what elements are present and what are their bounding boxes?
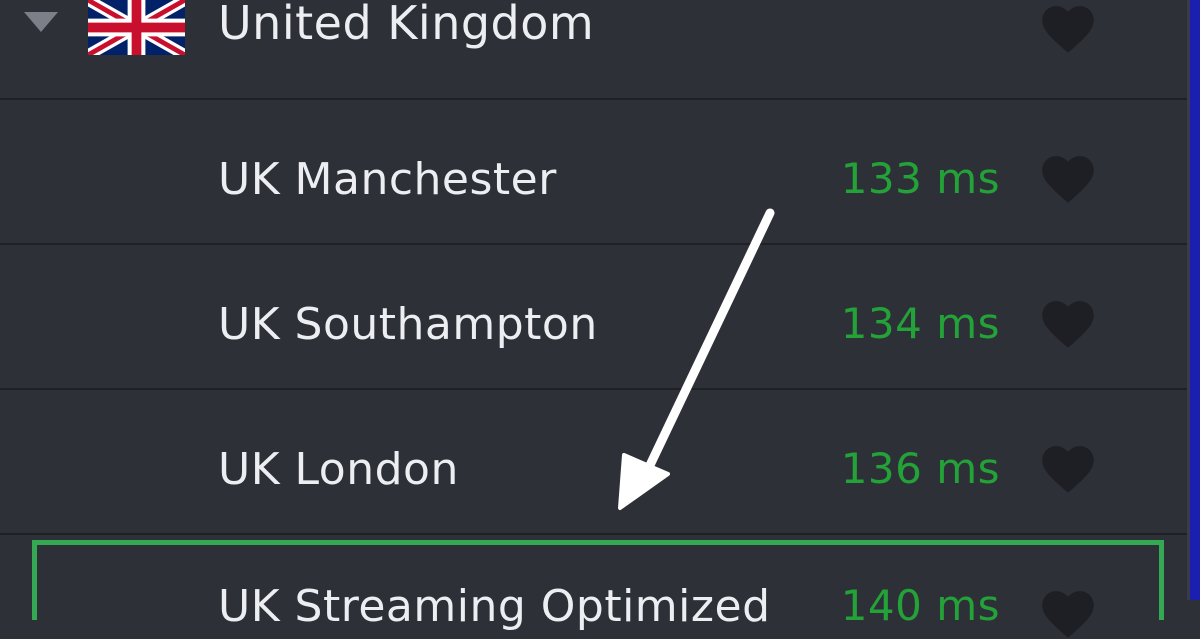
divider [0,533,1190,535]
server-list: United Kingdom UK Manchester 133 ms UK S… [0,0,1190,638]
latency-value: 136 ms [840,444,1000,493]
latency-value: 133 ms [840,154,1000,203]
country-row-united-kingdom[interactable]: United Kingdom [0,0,1190,100]
server-name: UK Southampton [218,299,598,350]
server-name: UK Manchester [218,154,557,205]
server-row-uk-manchester[interactable]: UK Manchester 133 ms [0,102,1190,245]
window-border [1190,0,1200,600]
divider [0,388,1190,390]
heart-icon[interactable] [1038,0,1098,54]
latency-value: 134 ms [840,299,1000,348]
caret-down-icon[interactable] [24,12,58,32]
server-row-uk-southampton[interactable]: UK Southampton 134 ms [0,247,1190,390]
heart-icon[interactable] [1038,295,1098,349]
heart-icon[interactable] [1038,440,1098,494]
server-row-uk-london[interactable]: UK London 136 ms [0,392,1190,535]
server-name: UK London [218,444,459,495]
divider [0,243,1190,245]
highlight-box [32,540,1164,620]
divider [0,98,1190,100]
uk-flag-icon [88,0,185,55]
heart-icon[interactable] [1038,150,1098,204]
country-name: United Kingdom [218,0,595,50]
